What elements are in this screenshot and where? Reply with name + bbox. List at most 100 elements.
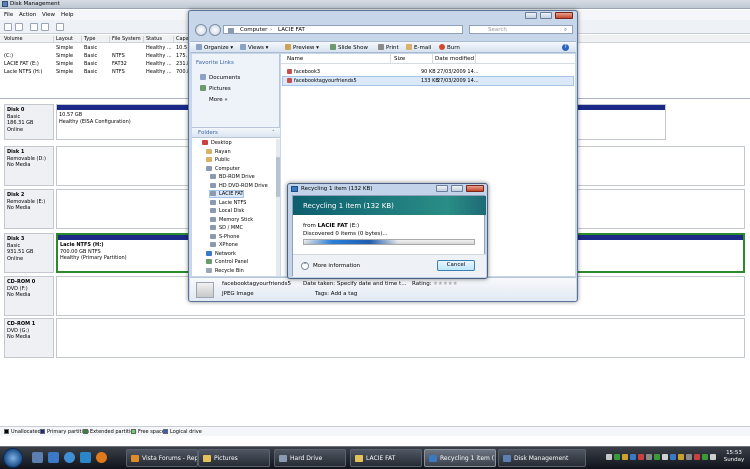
- details-date-taken[interactable]: Date taken: Specify date and time t...: [303, 281, 406, 287]
- menu-file[interactable]: File: [4, 12, 13, 18]
- tray-icon[interactable]: [646, 454, 652, 460]
- taskbar-button[interactable]: Disk Management: [498, 449, 586, 467]
- maximize-button[interactable]: [540, 12, 552, 19]
- col-layout[interactable]: Layout: [56, 36, 82, 43]
- disk-row[interactable]: CD-ROM 1 DVD (G:) No Media: [2, 318, 747, 358]
- breadcrumb-computer[interactable]: Computer: [240, 27, 267, 33]
- more-information-toggle[interactable]: More information: [313, 263, 360, 269]
- volume-row[interactable]: Simple Basic Healthy ... 10.5: [0, 44, 190, 52]
- tree-item[interactable]: Computer: [206, 165, 240, 172]
- disk-label[interactable]: Disk 3 Basic 931.51 GB Online: [4, 233, 54, 273]
- disk-label[interactable]: CD-ROM 0 DVD (F:) No Media: [4, 276, 54, 316]
- print-button[interactable]: Print: [378, 44, 399, 51]
- tree-item[interactable]: Desktop: [202, 140, 232, 146]
- chevron-up-icon[interactable]: ˄: [272, 130, 275, 136]
- help-icon[interactable]: [41, 23, 49, 31]
- file-row[interactable]: facebook3 90 KB 27/03/2009 14...: [283, 68, 573, 76]
- menu-view[interactable]: View: [42, 12, 55, 18]
- burn-button[interactable]: Burn: [439, 44, 460, 51]
- col-size[interactable]: Size: [394, 56, 405, 62]
- nav-more[interactable]: More »: [209, 97, 228, 103]
- switch-windows-icon[interactable]: [48, 452, 59, 463]
- details-tags[interactable]: Tags: Add a tag: [315, 291, 357, 297]
- tray-icon[interactable]: [614, 454, 620, 460]
- taskbar-button[interactable]: Vista Forums - Repl...: [126, 449, 198, 467]
- nav-documents[interactable]: Documents: [200, 74, 240, 81]
- column-divider[interactable]: [432, 54, 433, 64]
- chevron-down-icon[interactable]: ˅: [301, 262, 309, 270]
- address-bar[interactable]: Computer › LACIE FAT: [223, 25, 463, 34]
- maximize-button[interactable]: [451, 185, 463, 192]
- breadcrumb-lacie-fat[interactable]: LACIE FAT: [278, 27, 305, 33]
- taskbar-button[interactable]: LACIE FAT: [350, 449, 422, 467]
- minimize-button[interactable]: [436, 185, 448, 192]
- cancel-button[interactable]: Cancel: [437, 260, 475, 271]
- folders-header[interactable]: Folders ˄: [192, 128, 280, 138]
- volume-row[interactable]: (C:) Simple Basic NTFS Healthy ... 175.: [0, 52, 190, 60]
- tray-icon[interactable]: [622, 454, 628, 460]
- volume-row[interactable]: LACIE FAT (E:) Simple Basic FAT32 Healthy ..…: [0, 60, 190, 68]
- disk-label[interactable]: CD-ROM 1 DVD (G:) No Media: [4, 318, 54, 358]
- email-button[interactable]: E-mail: [406, 44, 431, 51]
- col-volume[interactable]: Volume: [4, 36, 54, 43]
- tray-icon[interactable]: [710, 454, 716, 460]
- clock[interactable]: 15:53 Sunday: [720, 450, 748, 464]
- properties-icon[interactable]: [30, 23, 38, 31]
- tree-item[interactable]: HD DVD-ROM Drive: [210, 182, 268, 189]
- scrollbar-thumb[interactable]: [276, 157, 280, 197]
- start-button[interactable]: [3, 448, 23, 468]
- column-divider[interactable]: [475, 54, 476, 64]
- tree-item[interactable]: S-Phone: [210, 233, 239, 240]
- close-button[interactable]: [466, 185, 484, 192]
- col-name[interactable]: Name: [287, 56, 303, 62]
- volume-icon[interactable]: [686, 454, 692, 460]
- views-button[interactable]: Views ▾: [240, 44, 268, 51]
- tray-icon[interactable]: [606, 454, 612, 460]
- preview-button[interactable]: Preview ▾: [285, 44, 319, 51]
- tree-item[interactable]: LACIE FAT: [208, 190, 245, 198]
- disk-label[interactable]: Disk 0 Basic 186.31 GB Online: [4, 104, 54, 140]
- settings-icon[interactable]: [56, 23, 64, 31]
- slideshow-button[interactable]: Slide Show: [330, 44, 368, 51]
- col-filesystem[interactable]: File System: [112, 36, 144, 43]
- col-date-modified[interactable]: Date modified: [435, 56, 474, 62]
- file-row[interactable]: facebooktagyourfriends5 133 KB 27/03/2009 …: [282, 76, 574, 86]
- network-icon[interactable]: [662, 454, 668, 460]
- internet-explorer-icon[interactable]: [64, 452, 75, 463]
- tree-item[interactable]: XPhone: [210, 242, 238, 248]
- minimize-button[interactable]: [525, 12, 537, 19]
- rating-stars-icon[interactable]: ★★★★★: [433, 281, 458, 287]
- search-icon[interactable]: ⌕: [564, 27, 567, 34]
- tray-icon[interactable]: [678, 454, 684, 460]
- tree-item[interactable]: Lacie NTFS: [210, 199, 246, 206]
- menu-help[interactable]: Help: [61, 12, 74, 18]
- show-desktop-icon[interactable]: [32, 452, 43, 463]
- taskbar-button[interactable]: Hard Drive: [274, 449, 346, 467]
- col-status[interactable]: Status: [146, 36, 174, 43]
- tree-item[interactable]: Local Disk: [210, 208, 244, 214]
- close-button[interactable]: [555, 12, 573, 19]
- col-capacity[interactable]: Capa: [176, 36, 189, 43]
- tray-icon[interactable]: [670, 454, 676, 460]
- disk-label[interactable]: Disk 1 Removable (D:) No Media: [4, 146, 54, 186]
- organize-button[interactable]: Organize ▾: [196, 44, 233, 51]
- tray-icon[interactable]: [694, 454, 700, 460]
- forward-icon[interactable]: [15, 23, 23, 31]
- taskbar-button[interactable]: Pictures: [198, 449, 270, 467]
- forward-button[interactable]: [209, 24, 221, 36]
- back-icon[interactable]: [4, 23, 12, 31]
- tree-item[interactable]: Network: [206, 250, 236, 257]
- tray-icon[interactable]: [630, 454, 636, 460]
- tray-icon[interactable]: [702, 454, 708, 460]
- col-type[interactable]: Type: [84, 36, 110, 43]
- tree-item[interactable]: BD-ROM Drive: [210, 174, 255, 180]
- tray-icon[interactable]: [654, 454, 660, 460]
- tree-item[interactable]: Memory Stick: [210, 216, 253, 223]
- back-button[interactable]: [195, 24, 207, 36]
- tree-item[interactable]: Rayan: [206, 148, 231, 155]
- volume-row[interactable]: Lacie NTFS (H:) Simple Basic NTFS Healthy ..…: [0, 68, 190, 76]
- tree-item[interactable]: Public: [206, 157, 230, 163]
- help-icon[interactable]: ?: [562, 44, 569, 51]
- tree-item[interactable]: SD / MMC: [210, 225, 243, 231]
- media-player-icon[interactable]: [80, 452, 91, 463]
